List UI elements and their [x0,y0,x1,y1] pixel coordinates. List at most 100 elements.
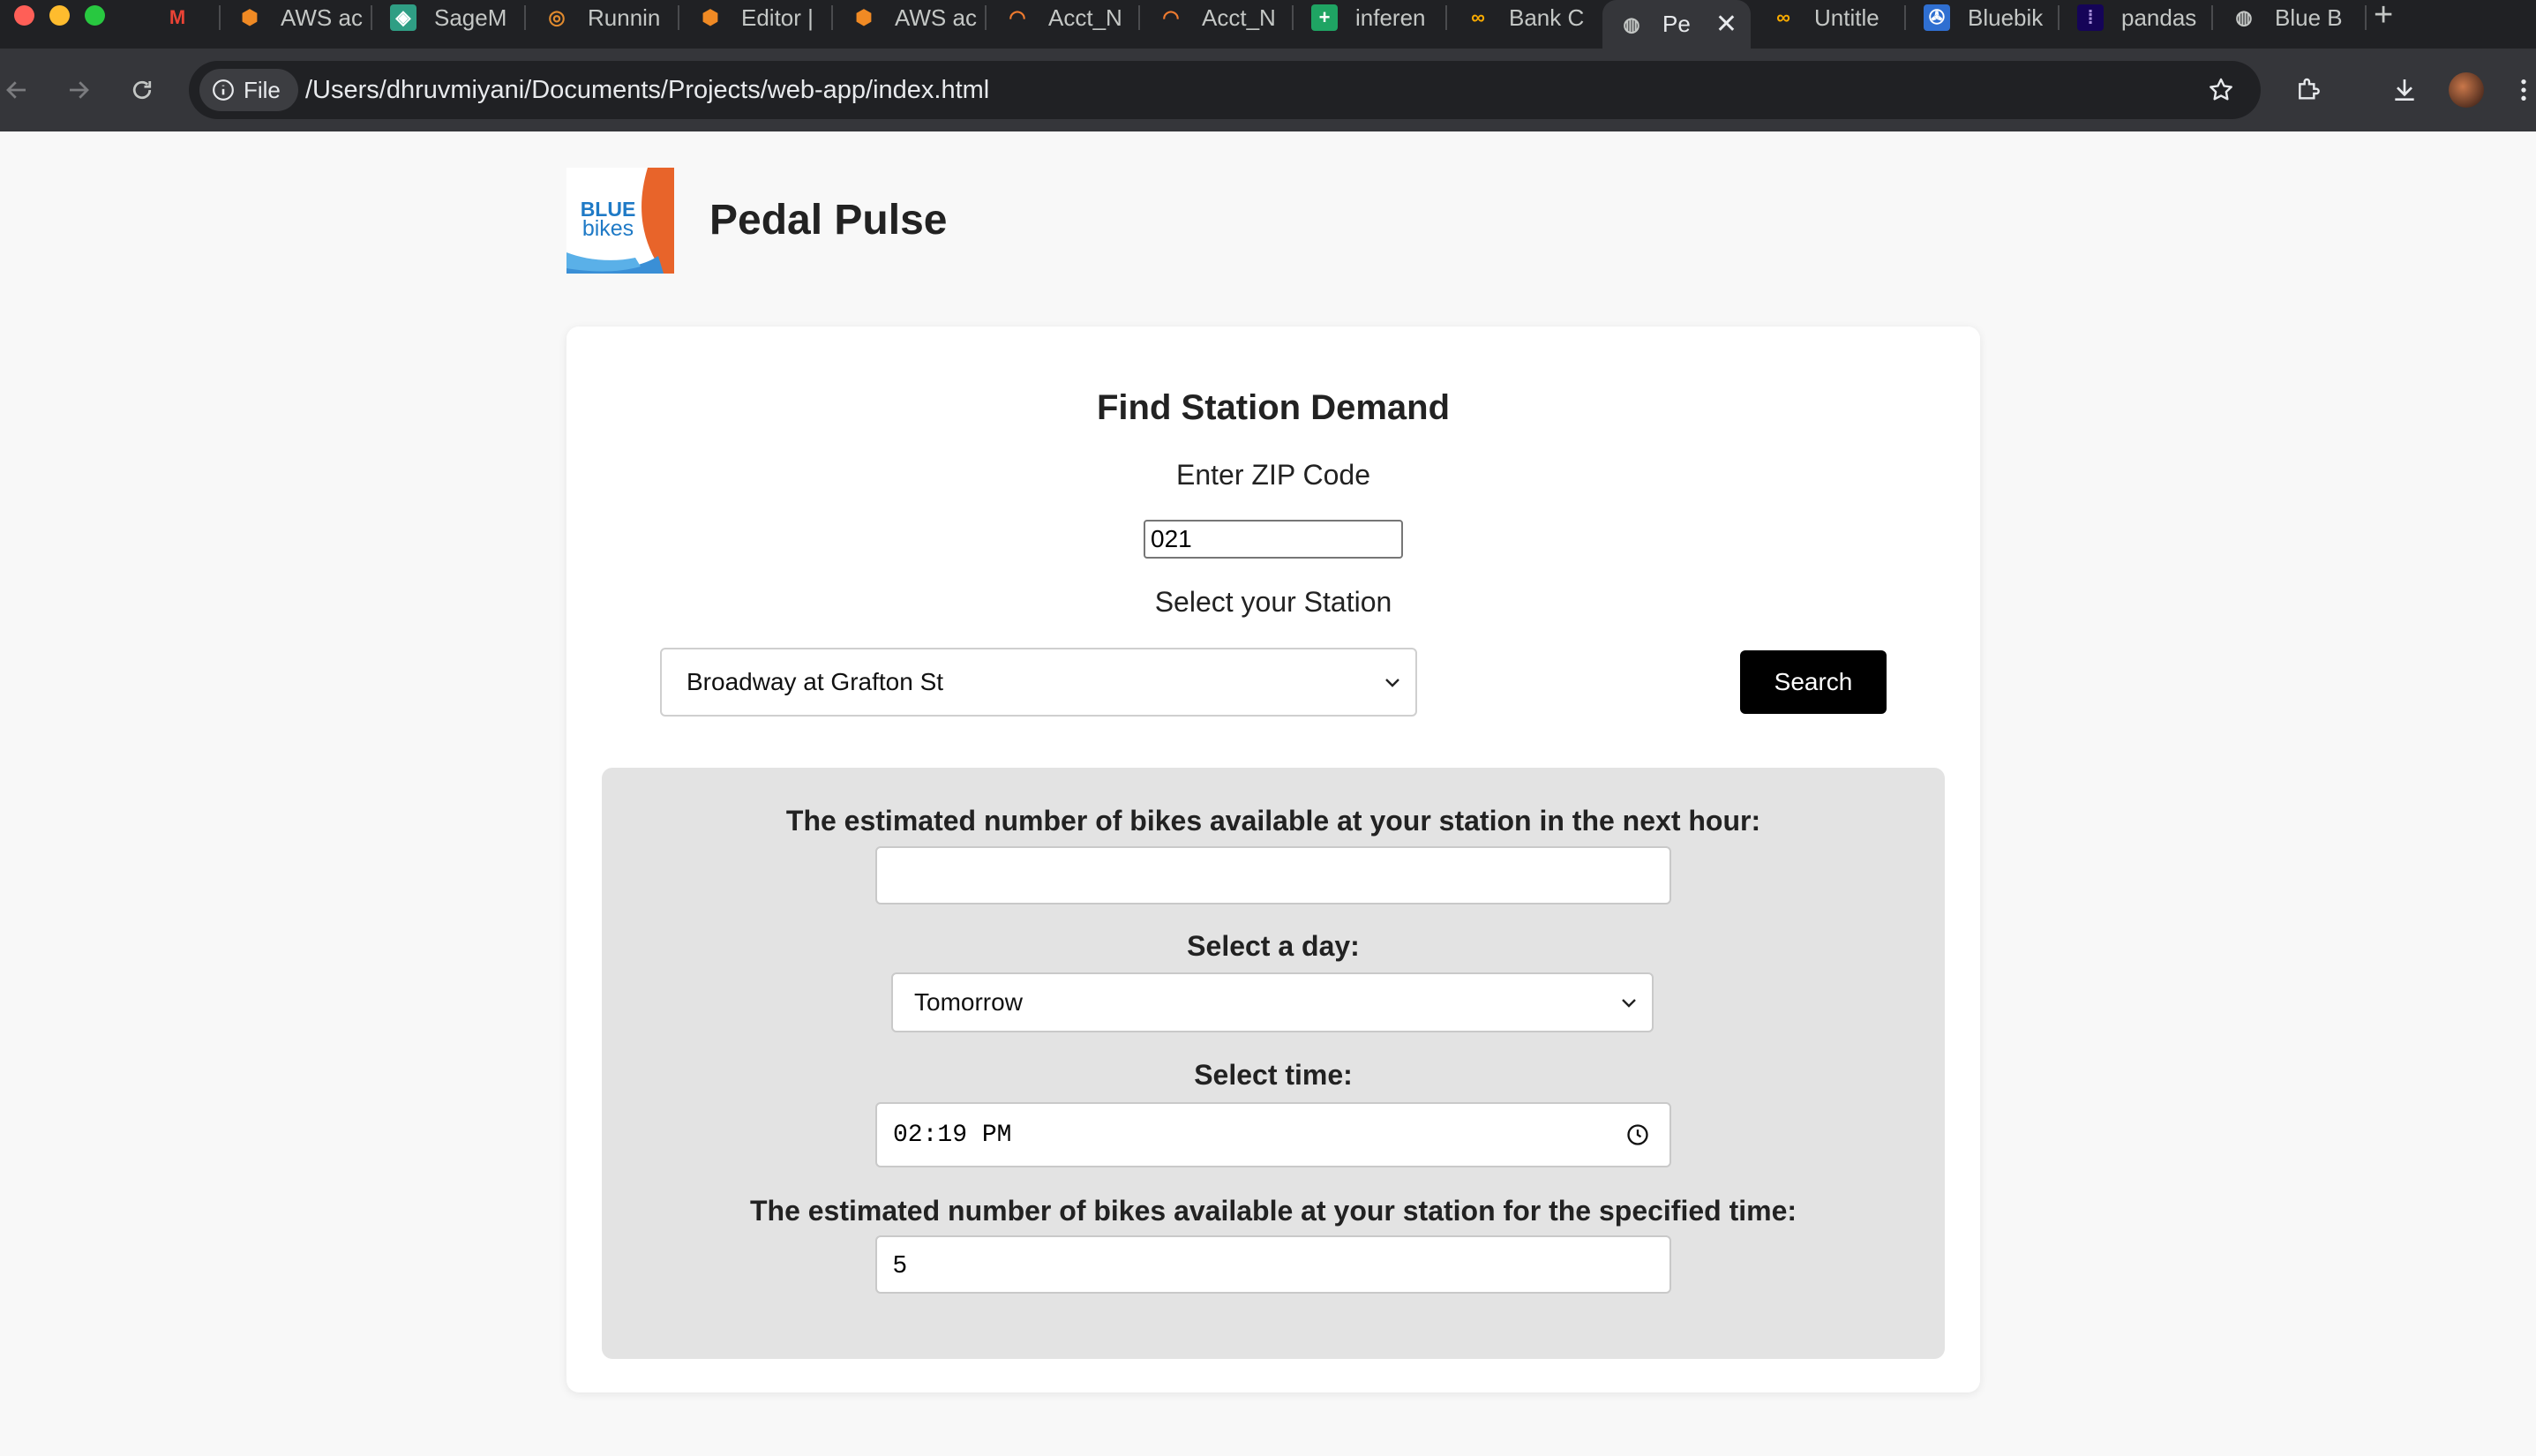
chevron-down-icon [1622,999,1636,1008]
colab-icon: ∞ [1471,6,1485,28]
browser-tab-label: Pe [1662,11,1691,37]
tab-separator [1138,5,1140,30]
browser-tab[interactable]: ◍ Blue B [2215,0,2365,35]
next-hour-output[interactable] [875,846,1671,904]
browser-tab[interactable]: ⬢ AWS ac [835,0,985,35]
back-button[interactable] [0,68,39,112]
zip-input[interactable] [1144,520,1403,559]
info-icon [213,79,234,101]
running-icon: ◎ [548,6,566,28]
browser-tab[interactable]: ⬢ AWS ac [221,0,371,35]
tab-separator [1292,5,1294,30]
day-selected-value: Tomorrow [914,988,1023,1016]
browser-tab-label: AWS ac [895,4,977,31]
gmail-icon: M [169,6,186,28]
chevron-down-icon [1385,679,1399,687]
aws-icon: ⬢ [855,6,873,28]
close-window-button[interactable] [14,5,34,26]
time-input[interactable]: 02:19 PM [875,1102,1671,1167]
browser-tab-label: inferen [1355,4,1426,31]
browser-tab[interactable]: ⬢ Editor | [681,0,831,35]
browser-tab[interactable]: + inferen [1295,0,1445,35]
loading-icon: ◠ [1009,6,1026,28]
browser-tab[interactable]: ◠ Acct_N [1142,0,1292,35]
forward-arrow-icon [70,81,89,99]
profile-avatar[interactable] [2444,68,2488,112]
card-title: Find Station Demand [1097,388,1450,427]
tab-separator [2211,5,2213,30]
station-select[interactable]: Broadway at Grafton St [660,648,1417,717]
tab-separator [2058,5,2060,30]
forward-button[interactable] [56,68,101,112]
colab-icon: ∞ [1776,6,1790,28]
day-label: Select a day: [1187,930,1360,962]
browser-tab[interactable]: ◍ Pe ✕ [1602,0,1751,49]
logo-text-line2: bikes [581,216,634,241]
browser-tab-bar: M ⬢ AWS ac ◈ SageM ◎ Runnin ⬢ Editor | ⬢ AWS ac ◠ Ac… [0,0,2536,49]
tab-separator [2365,5,2367,30]
browser-tab-label: SageM [434,4,507,31]
browser-tab-label: pandas [2121,4,2197,31]
pandas-icon: ⁞ [2077,4,2104,31]
tab-separator [678,5,679,30]
globe-icon: ◍ [1623,12,1640,35]
specified-time-output[interactable]: 5 [875,1235,1671,1294]
tab-separator [831,5,833,30]
browser-menu-button[interactable] [2511,68,2536,112]
browser-tab-label: Blue B [2275,4,2343,31]
puzzle-icon [2299,78,2320,100]
browser-tab[interactable]: M [148,0,219,35]
loading-icon: ◠ [1162,6,1180,28]
back-arrow-icon [6,81,26,99]
aws-icon: ⬢ [702,6,719,28]
avatar-icon [2449,72,2484,108]
star-icon [2210,78,2232,101]
browser-tab[interactable]: ◈ SageM [374,0,524,35]
downloads-button[interactable] [2382,68,2427,112]
browser-tab-label: Runnin [588,4,661,31]
reload-button[interactable] [120,68,164,112]
clock-icon[interactable] [1625,1122,1650,1147]
tab-separator [985,5,987,30]
browser-tab[interactable]: ◠ Acct_N [988,0,1138,35]
day-select[interactable]: Tomorrow [891,972,1654,1032]
browser-tab[interactable]: ◎ Runnin [528,0,678,35]
browser-tab[interactable]: ⁞ pandas [2061,0,2211,35]
tab-separator [371,5,372,30]
time-label: Select time: [1194,1059,1353,1091]
browser-toolbar: File /Users/dhruvmiyani/Documents/Projec… [0,49,2536,131]
station-demand-card: Find Station Demand Enter ZIP Code Selec… [566,326,1980,1392]
aws-icon: ⬢ [241,6,259,28]
sagemaker-icon: ◈ [390,4,416,31]
station-label: Select your Station [1154,586,1392,618]
close-tab-icon[interactable]: ✕ [1715,9,1737,40]
browser-tab-label: AWS ac [281,4,363,31]
browser-tab[interactable]: ✇ Bluebik [1908,0,2058,35]
more-vertical-icon [2521,79,2526,101]
browser-tab-label: Acct_N [1048,4,1122,31]
station-selected-value: Broadway at Grafton St [687,668,944,695]
url-scheme-label: File [244,76,281,103]
sheets-icon: + [1311,4,1338,31]
browser-tab-label: Acct_N [1202,4,1276,31]
browser-tab[interactable]: ∞ Bank C [1449,0,1599,35]
bluebikes-icon: ✇ [1924,4,1950,31]
tab-separator [1904,5,1906,30]
maximize-window-button[interactable] [85,5,105,26]
browser-tab[interactable]: ∞ Untitle [1754,0,1904,35]
logo-text: BLUE bikes [577,199,639,241]
results-panel: The estimated number of bikes available … [602,768,1945,1359]
extensions-button[interactable] [2287,68,2331,112]
address-bar[interactable]: File /Users/dhruvmiyani/Documents/Projec… [189,61,2261,119]
browser-tab-label: Bluebik [1968,4,2044,31]
globe-icon: ◍ [2235,6,2253,28]
download-icon [2395,79,2414,101]
search-button[interactable]: Search [1740,650,1887,714]
new-tab-button[interactable]: + [2374,0,2393,32]
minimize-window-button[interactable] [49,5,70,26]
next-hour-label: The estimated number of bikes available … [785,805,1761,837]
bookmark-star-button[interactable] [2199,68,2243,112]
reload-icon [132,80,152,100]
site-info-chip[interactable]: File [199,69,298,111]
time-value: 02:19 PM [893,1121,1012,1149]
